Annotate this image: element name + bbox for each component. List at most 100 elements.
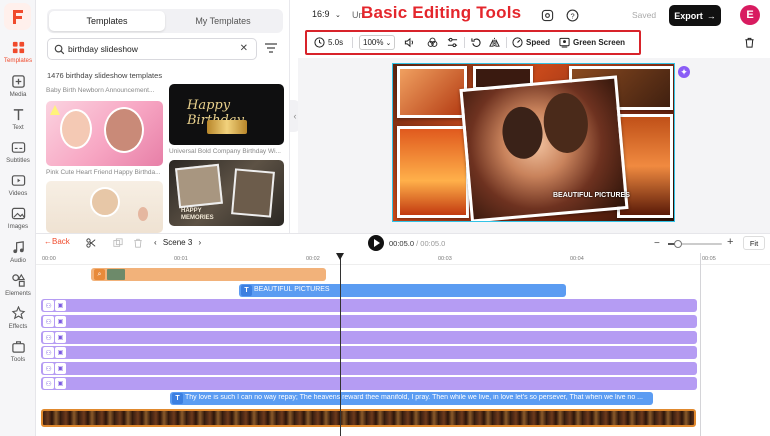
chevron-down-icon: ⌄ bbox=[335, 12, 341, 19]
timeline-zoom-slider[interactable] bbox=[668, 240, 722, 248]
tab-my-templates[interactable]: My Templates bbox=[165, 11, 281, 31]
text-clip-label: BEAUTIFUL PICTURES bbox=[254, 286, 330, 293]
sidebar-label: Text bbox=[12, 124, 24, 131]
search-input[interactable] bbox=[68, 42, 233, 56]
main-couple-photo bbox=[459, 75, 629, 221]
template-card[interactable]: Happy Birthday bbox=[169, 84, 284, 145]
delete-clip-icon[interactable] bbox=[133, 238, 143, 248]
duration-button[interactable]: 5.0s bbox=[314, 32, 343, 53]
annotation-title: Basic Editing Tools bbox=[361, 3, 522, 22]
trash-icon[interactable] bbox=[744, 37, 755, 48]
sidebar-item-images[interactable]: Images bbox=[0, 206, 36, 240]
zoom-out-icon[interactable]: − bbox=[654, 238, 660, 249]
sidebar-item-videos[interactable]: Videos bbox=[0, 173, 36, 207]
aspect-ratio-select[interactable]: 16:9 ⌄ bbox=[312, 9, 341, 19]
duplicate-icon[interactable] bbox=[113, 238, 123, 248]
text-clip[interactable]: T BEAUTIFUL PICTURES bbox=[239, 284, 566, 297]
ruler-tick: 00:02 bbox=[306, 256, 320, 262]
scissors-icon[interactable] bbox=[86, 238, 96, 248]
video-canvas[interactable]: BEAUTIFUL PICTURES bbox=[392, 63, 675, 222]
main-video-track[interactable] bbox=[41, 409, 696, 427]
image-icon: ▣ bbox=[55, 316, 66, 327]
search-icon bbox=[54, 44, 65, 55]
ruler-tick: 00:03 bbox=[438, 256, 452, 262]
speedometer-icon bbox=[512, 37, 523, 48]
preview-icon[interactable] bbox=[541, 9, 554, 22]
play-button[interactable] bbox=[368, 235, 384, 251]
adjust-button[interactable] bbox=[447, 32, 458, 53]
chevron-left-icon[interactable]: ‹ bbox=[154, 238, 157, 247]
tab-templates[interactable]: Templates bbox=[49, 11, 165, 31]
sidebar-item-media[interactable]: Media bbox=[0, 74, 36, 108]
save-status: Saved bbox=[632, 10, 657, 20]
template-card[interactable]: HAPPY MEMORIES bbox=[169, 160, 284, 226]
text-icon bbox=[13, 109, 23, 121]
fit-button[interactable]: Fit bbox=[743, 236, 765, 250]
template-card[interactable] bbox=[46, 181, 163, 233]
image-clip[interactable]: ⚇ ▣ bbox=[41, 362, 697, 375]
speed-label: Speed bbox=[526, 38, 551, 47]
filter-icon[interactable] bbox=[264, 41, 278, 55]
chevron-down-icon: ⌄ bbox=[385, 39, 392, 47]
template-card[interactable] bbox=[46, 101, 163, 166]
sidebar-item-elements[interactable]: Elements bbox=[0, 273, 36, 307]
color-adjust-button[interactable] bbox=[427, 32, 438, 53]
sidebar-item-text[interactable]: Text bbox=[0, 107, 36, 141]
zoom-select[interactable]: 100% ⌄ bbox=[359, 35, 396, 50]
speed-button[interactable]: Speed bbox=[512, 32, 550, 53]
left-sidebar: Templates Media Text Subtitles Videos Im… bbox=[0, 0, 36, 436]
sidebar-item-effects[interactable]: Effects bbox=[0, 306, 36, 340]
sidebar-item-audio[interactable]: Audio bbox=[0, 240, 36, 274]
app-logo[interactable] bbox=[4, 3, 31, 30]
scene-navigator: ‹ Scene 3 › bbox=[154, 238, 201, 247]
panel-tabs: Templates My Templates bbox=[47, 9, 283, 33]
ruler-tick: 00:00 bbox=[42, 256, 56, 262]
flip-button[interactable] bbox=[489, 32, 500, 53]
help-icon[interactable]: ? bbox=[566, 9, 579, 22]
svg-text:?: ? bbox=[570, 11, 574, 20]
person-icon: ⚇ bbox=[43, 363, 54, 374]
image-icon: ▣ bbox=[55, 363, 66, 374]
template-caption: Baby Birth Newborn Announcement... bbox=[46, 87, 155, 94]
green-screen-icon bbox=[559, 37, 570, 48]
person-icon: ⚇ bbox=[43, 378, 54, 389]
zoom-in-icon[interactable]: + bbox=[727, 236, 733, 248]
text-icon: T bbox=[172, 393, 183, 404]
flip-icon bbox=[489, 37, 500, 48]
sidebar-item-templates[interactable]: Templates bbox=[0, 40, 36, 74]
chevron-right-icon[interactable]: › bbox=[199, 238, 202, 247]
export-button[interactable]: Export → bbox=[669, 5, 721, 26]
arrow-right-icon: → bbox=[706, 10, 716, 21]
elements-icon bbox=[11, 273, 25, 287]
collage-photo bbox=[397, 66, 467, 118]
image-clip[interactable]: ⚇ ▣ bbox=[41, 346, 697, 359]
user-avatar[interactable]: E bbox=[740, 5, 760, 25]
image-clip[interactable]: ⚇ ▣ bbox=[41, 377, 697, 390]
back-button[interactable]: ←Back bbox=[44, 237, 70, 246]
sidebar-item-tools[interactable]: Tools bbox=[0, 339, 36, 373]
basic-editing-toolbar: 5.0s 100% ⌄ Speed Green Screen bbox=[305, 30, 641, 55]
overlay-clip[interactable]: ⌕ bbox=[91, 268, 326, 281]
logo-icon bbox=[12, 9, 23, 24]
subtitle-clip-label: Thy love is such I can no way repay; The… bbox=[185, 394, 643, 401]
image-clip[interactable]: ⚇ ▣ bbox=[41, 299, 697, 312]
green-screen-button[interactable]: Green Screen bbox=[559, 32, 625, 53]
rotate-icon bbox=[471, 38, 481, 47]
playhead[interactable] bbox=[340, 253, 341, 436]
clear-search-icon[interactable]: ✕ bbox=[240, 43, 248, 54]
volume-button[interactable] bbox=[404, 32, 415, 53]
subtitle-clip[interactable]: T Thy love is such I can no way repay; T… bbox=[170, 392, 653, 405]
ai-magic-button[interactable]: ✦ bbox=[678, 66, 690, 78]
sidebar-label: Elements bbox=[5, 290, 31, 297]
back-label: Back bbox=[52, 237, 70, 246]
timeline-ruler[interactable] bbox=[36, 253, 770, 265]
timeline-end-marker bbox=[700, 253, 701, 436]
person-icon: ⚇ bbox=[43, 347, 54, 358]
rotate-button[interactable] bbox=[471, 32, 482, 53]
media-icon bbox=[11, 75, 25, 88]
sidebar-item-subtitles[interactable]: Subtitles bbox=[0, 140, 36, 174]
slider-handle[interactable] bbox=[674, 240, 682, 248]
template-caption: Pink Cute Heart Friend Happy Birthda... bbox=[46, 169, 161, 176]
image-clip[interactable]: ⚇ ▣ bbox=[41, 331, 697, 344]
image-clip[interactable]: ⚇ ▣ bbox=[41, 315, 697, 328]
